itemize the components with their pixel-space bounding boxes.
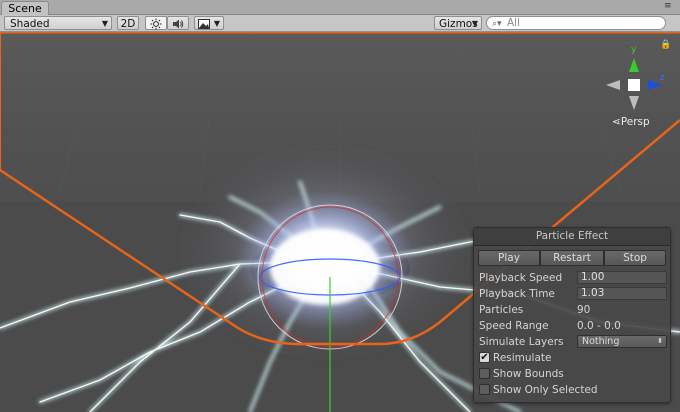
play-button[interactable]: Play [478,250,540,266]
simulate-layers-dropdown[interactable]: Nothing ⬍ [577,335,667,348]
panel-title: Particle Effect [474,228,670,246]
orientation-gizmo[interactable]: y z [598,40,668,120]
resimulate-checkbox[interactable]: ✔ [479,352,490,363]
show-only-selected-row[interactable]: Show Only Selected [479,383,667,397]
persp-icon: ⋖ [612,116,621,128]
shading-mode-label: Shaded [10,18,50,30]
image-icon [198,19,210,29]
show-bounds-label: Show Bounds [493,368,564,380]
tab-menu-icon[interactable]: ≡ [664,2,674,12]
particle-effect-panel: Particle Effect Play Restart Stop Playba… [473,227,671,403]
playback-time-field[interactable]: 1.03 [577,287,667,300]
axis-y-label: y [631,45,637,55]
restart-button[interactable]: Restart [540,250,604,266]
simulate-layers-row: Simulate Layers Nothing ⬍ [479,335,667,349]
chevron-down-icon: ▼ [213,19,220,28]
playback-speed-field[interactable]: 1.00 [577,271,667,284]
effects-dropdown[interactable]: ▼ [194,16,224,30]
tab-scene[interactable]: Scene [1,1,49,16]
playback-speed-label: Playback Speed [479,272,563,284]
chevron-down-icon: ▼ [471,19,478,28]
playback-speed-row: Playback Speed 1.00 [479,271,667,285]
tab-bar: Scene ≡ [0,0,680,16]
show-bounds-checkbox[interactable] [479,368,490,379]
speaker-icon[interactable] [167,16,189,30]
speed-range-row: Speed Range 0.0 - 0.0 [479,319,667,333]
show-only-selected-checkbox[interactable] [479,384,490,395]
simulate-layers-label: Simulate Layers [479,336,564,348]
search-icon: ⌕▾ [492,19,502,29]
playback-buttons: Play Restart Stop [478,250,666,266]
playback-time-label: Playback Time [479,288,555,300]
2d-toggle-button[interactable]: 2D [117,16,139,30]
speed-range-label: Speed Range [479,320,549,332]
resimulate-row[interactable]: ✔ Resimulate [479,351,667,365]
view-mode-label[interactable]: ⋖Persp [612,116,650,128]
search-placeholder: All [507,17,521,29]
search-input[interactable]: ⌕▾ All [486,16,666,30]
chevron-updown-icon: ⬍ [657,337,663,345]
particles-row: Particles 90 [479,303,667,317]
show-only-selected-label: Show Only Selected [493,384,598,396]
sun-icon[interactable] [145,16,167,30]
stop-button[interactable]: Stop [604,250,666,266]
particles-label: Particles [479,304,524,316]
lock-icon[interactable]: 🔒 [660,40,671,50]
chevron-down-icon: ▼ [101,19,108,28]
axis-z-label: z [660,73,665,83]
gizmos-dropdown[interactable]: Gizmos ▼ [434,16,482,30]
speed-range-value: 0.0 - 0.0 [577,320,621,332]
scene-toolbar: Shaded ▼ 2D ▼ Gizmos ▼ ⌕▾ All [0,15,680,32]
playback-time-row: Playback Time 1.03 [479,287,667,301]
shading-mode-dropdown[interactable]: Shaded ▼ [4,16,112,30]
resimulate-label: Resimulate [493,352,552,364]
particles-value: 90 [577,304,591,316]
simulate-layers-value: Nothing [582,336,620,347]
show-bounds-row[interactable]: Show Bounds [479,367,667,381]
